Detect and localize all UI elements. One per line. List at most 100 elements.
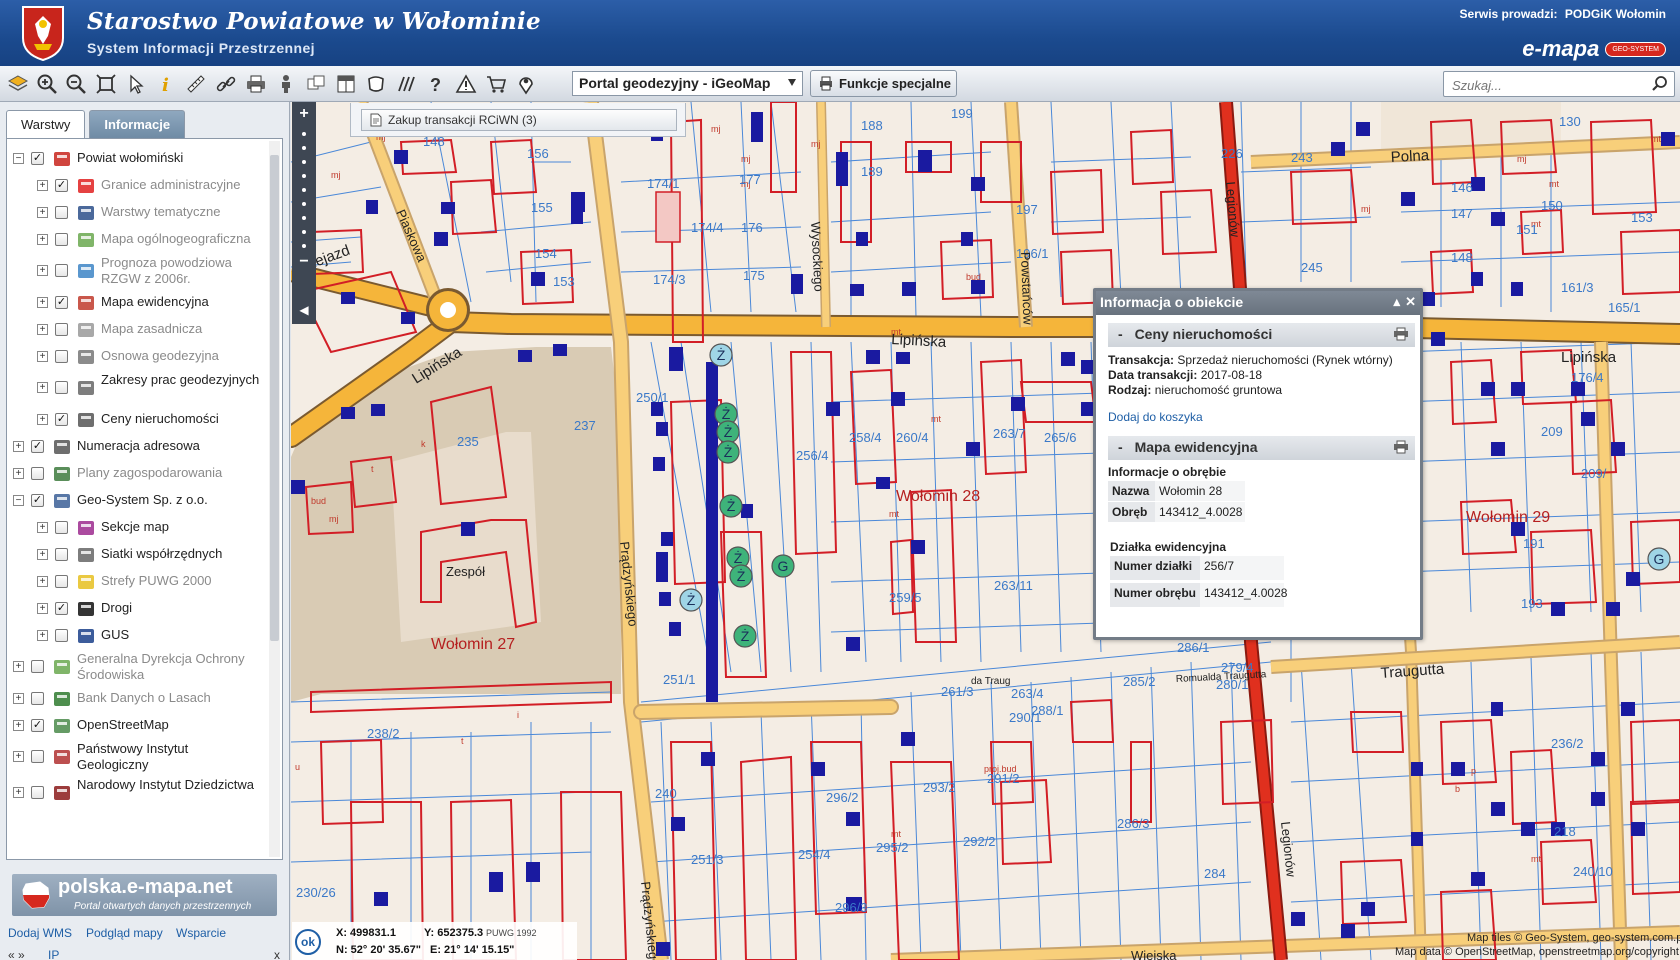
scrollbar-thumb[interactable]	[270, 155, 279, 641]
layer-item[interactable]: + Narodowy Instytut Dziedzictwa	[7, 775, 269, 811]
map-canvas[interactable]: ŻŻŻŻ ŻŻŻŻ ŻGG mjmjmjmjmj mtmtmjhk budmjt…	[291, 102, 1680, 960]
collapse-icon[interactable]: ▴	[1393, 294, 1400, 310]
location-pin-icon[interactable]	[514, 72, 538, 96]
add-wms-link[interactable]: Dodaj WMS	[8, 926, 72, 940]
layer-checkbox[interactable]	[31, 466, 44, 480]
layer-checkbox[interactable]	[31, 786, 44, 799]
layer-item[interactable]: + Mapa ogólnogeograficzna	[7, 226, 269, 253]
expand-toggle[interactable]: +	[37, 350, 48, 362]
close-icon[interactable]: ✕	[1405, 294, 1416, 310]
layer-item[interactable]: + GUS	[7, 622, 269, 649]
street-view-icon[interactable]	[274, 72, 298, 96]
layer-checkbox[interactable]	[31, 750, 44, 763]
tab-layers[interactable]: Warstwy	[6, 110, 86, 138]
special-functions-button[interactable]: Funkcje specjalne	[810, 70, 957, 97]
layer-checkbox[interactable]	[55, 547, 68, 561]
hatch-icon[interactable]	[394, 72, 418, 96]
collapse-toggle[interactable]: −	[13, 494, 24, 506]
expand-toggle[interactable]: +	[13, 787, 24, 798]
tab-information[interactable]: Informacje	[89, 110, 186, 138]
section-cadastral-map[interactable]: - Mapa ewidencyjna	[1108, 436, 1415, 460]
layer-checkbox[interactable]: ✓	[55, 601, 68, 615]
zoom-tick[interactable]	[302, 146, 306, 150]
layer-checkbox[interactable]: ✓	[31, 151, 44, 165]
layer-checkbox[interactable]	[55, 322, 68, 336]
full-extent-icon[interactable]	[94, 72, 118, 96]
map-svg[interactable]: ŻŻŻŻ ŻŻŻŻ ŻGG mjmjmjmjmj mtmtmjhk budmjt…	[291, 102, 1680, 960]
warning-icon[interactable]	[454, 72, 478, 96]
layer-checkbox[interactable]: ✓	[55, 295, 68, 309]
info-panel-header[interactable]: Informacja o obiekcie ▴ ✕	[1096, 291, 1420, 315]
zoom-tick[interactable]	[302, 244, 306, 248]
zoom-out-icon[interactable]	[64, 72, 88, 96]
layer-checkbox[interactable]: ✓	[55, 178, 68, 192]
layer-checkbox[interactable]	[55, 381, 68, 394]
zoom-bar[interactable]: + −	[292, 102, 316, 324]
collapse-sidebar-button[interactable]: ◀	[292, 298, 316, 322]
expand-toggle[interactable]: +	[37, 602, 48, 614]
expand-toggle[interactable]: +	[37, 382, 48, 393]
print-icon[interactable]	[244, 72, 268, 96]
measure-icon[interactable]	[184, 72, 208, 96]
collapse-toggle[interactable]: −	[13, 152, 24, 164]
expand-toggle[interactable]: +	[13, 751, 24, 762]
zoom-tick[interactable]	[302, 202, 306, 206]
layer-checkbox[interactable]	[31, 660, 44, 673]
layer-item[interactable]: + ✓ Ceny nieruchomości	[7, 406, 269, 433]
brand-logo[interactable]: e-mapa GEO-SYSTEM	[1522, 36, 1666, 62]
layer-item[interactable]: + Państwowy Instytut Geologiczny	[7, 739, 269, 775]
layer-item[interactable]: + Warstwy tematyczne	[7, 199, 269, 226]
layer-checkbox[interactable]	[55, 574, 68, 588]
zoom-in-icon[interactable]	[35, 72, 59, 96]
layer-item[interactable]: + ✓ OpenStreetMap	[7, 712, 269, 739]
section-collapse-icon[interactable]: -	[1118, 326, 1123, 342]
layer-item[interactable]: + Osnowa geodezyjna	[7, 343, 269, 370]
zoom-tick[interactable]	[302, 160, 306, 164]
layer-item[interactable]: − ✓ Geo-System Sp. z o.o.	[7, 487, 269, 514]
link-icon[interactable]	[214, 72, 238, 96]
expand-toggle[interactable]: +	[37, 265, 48, 276]
layer-item[interactable]: + Prognoza powodziowa RZGW z 2006r.	[7, 253, 269, 289]
layer-checkbox[interactable]	[55, 520, 68, 534]
support-link[interactable]: Wsparcie	[176, 926, 226, 940]
layer-item[interactable]: + Mapa zasadnicza	[7, 316, 269, 343]
expand-toggle[interactable]: +	[37, 233, 48, 245]
nav-arrows[interactable]: « »	[8, 948, 25, 960]
layer-checkbox[interactable]: ✓	[31, 493, 44, 507]
zoom-tick[interactable]	[302, 188, 306, 192]
expand-toggle[interactable]: +	[13, 692, 24, 704]
section-property-prices[interactable]: - Ceny nieruchomości	[1108, 323, 1415, 347]
expand-toggle[interactable]: +	[13, 661, 24, 672]
layer-item[interactable]: + Bank Danych o Lasach	[7, 685, 269, 712]
expand-toggle[interactable]: +	[13, 467, 24, 479]
ip-link[interactable]: IP	[48, 948, 59, 960]
layer-checkbox[interactable]	[55, 232, 68, 246]
expand-toggle[interactable]: +	[13, 719, 24, 731]
layer-item[interactable]: + Generalna Dyrekcja Ochrony Środowiska	[7, 649, 269, 685]
help-icon[interactable]: ?	[424, 72, 448, 96]
pointer-icon[interactable]	[124, 72, 148, 96]
zoom-tick[interactable]	[302, 216, 306, 220]
layer-checkbox[interactable]	[55, 349, 68, 363]
polska-emapa-logo[interactable]: polska.e-mapa.net Portal otwartych danyc…	[12, 874, 277, 916]
buy-rciwn-button[interactable]: Zakup transakcji RCiWN (3)	[361, 109, 677, 131]
layer-scrollbar[interactable]	[269, 141, 280, 857]
layer-checkbox[interactable]	[55, 205, 68, 219]
map-preview-link[interactable]: Podgląd mapy	[86, 926, 163, 940]
expand-toggle[interactable]: +	[37, 548, 48, 560]
layers-icon[interactable]	[6, 72, 30, 96]
zoom-tick[interactable]	[302, 174, 306, 178]
layer-checkbox[interactable]	[55, 628, 68, 642]
layer-checkbox[interactable]	[55, 264, 68, 277]
print-icon[interactable]	[1393, 327, 1409, 341]
expand-toggle[interactable]: +	[37, 323, 48, 335]
expand-toggle[interactable]: +	[37, 179, 48, 191]
layer-item[interactable]: + Siatki współrzędnych	[7, 541, 269, 568]
layer-item[interactable]: + Zakresy prac geodezyjnych	[7, 370, 269, 406]
expand-toggle[interactable]: +	[37, 206, 48, 218]
search-input[interactable]	[1452, 76, 1642, 94]
ok-button[interactable]: ok	[295, 929, 321, 955]
layer-item[interactable]: + ✓ Numeracja adresowa	[7, 433, 269, 460]
print-icon[interactable]	[1393, 440, 1409, 454]
search-icon[interactable]	[1651, 75, 1669, 93]
